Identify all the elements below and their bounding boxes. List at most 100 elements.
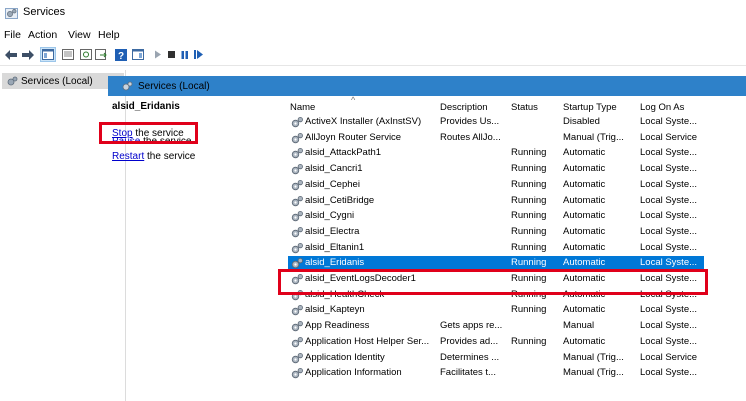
table-row[interactable]: AllJoyn Router Service Routes AllJo... Man… [278,131,746,147]
window-title: Services [23,6,66,18]
service-description: Provides ad... [440,335,499,347]
service-status: Running [511,210,547,222]
menu-action[interactable]: Action [28,29,57,41]
menu-help[interactable]: Help [98,29,120,41]
services-gear-icon [122,81,133,90]
selected-service-title: alsid_Eridanis [112,101,180,112]
service-startup-type: Manual [563,320,595,332]
services-list: ^ Name Description Status Startup Type L… [278,95,746,401]
service-startup-type: Automatic [563,257,606,269]
refresh-icon[interactable] [78,47,94,62]
tree-item-services-local[interactable]: Services (Local) [2,73,124,89]
service-description: Determines ... [440,351,500,363]
service-log-on-as: Local Syste... [640,335,698,347]
service-startup-type: Automatic [563,194,606,206]
table-row[interactable]: alsid_Eltanin1 Running Automatic Local Syst… [278,241,746,257]
service-log-on-as: Local Syste... [640,304,698,316]
service-status: Running [511,304,547,316]
service-name: Application Information [305,367,402,379]
column-header-description[interactable]: Description [440,102,488,113]
menu-view[interactable]: View [68,29,91,41]
service-log-on-as: Local Syste... [640,320,698,332]
service-startup-type: Automatic [563,210,606,222]
toolbar: ? [0,43,746,66]
service-gear-icon [291,211,303,222]
restart-icon[interactable] [190,47,206,62]
back-arrow-icon[interactable] [3,47,19,62]
table-row[interactable]: alsid_Electra Running Automatic Local Syste… [278,225,746,241]
column-header-status[interactable]: Status [511,102,538,113]
help-icon[interactable]: ? [113,47,129,62]
service-log-on-as: Local Service [640,351,698,363]
column-header-log-on-as[interactable]: Log On As [640,102,684,113]
highlight-box-selected-service [278,269,708,295]
table-row[interactable]: Application Host Helper Ser... Provides a… [278,335,746,351]
service-name: alsid_Eltanin1 [305,241,365,253]
list-header: ^ Name Description Status Startup Type L… [278,95,746,113]
service-description: Gets apps re... [440,320,503,332]
tab-services-local[interactable]: Services (Local) [121,78,210,94]
show-hide-icon[interactable] [130,47,146,62]
service-log-on-as: Local Syste... [640,257,698,269]
service-gear-icon [291,368,303,379]
service-status: Running [511,163,547,175]
table-row[interactable]: alsid_AttackPath1 Running Automatic Local S… [278,146,746,162]
service-status: Running [511,257,547,269]
service-startup-type: Manual (Trig... [563,367,624,379]
service-log-on-as: Local Syste... [640,178,698,190]
service-gear-icon [291,321,303,332]
service-log-on-as: Local Syste... [640,367,698,379]
service-gear-icon [291,305,303,316]
table-row[interactable]: App Readiness Gets apps re... Manual Local … [278,319,746,335]
restart-link[interactable]: Restart [112,151,144,162]
service-log-on-as: Local Syste... [640,225,698,237]
table-row[interactable]: ActiveX Installer (AxInstSV) Provides Us.… [278,115,746,131]
service-gear-icon [291,179,303,190]
service-gear-icon [291,132,303,143]
table-row[interactable]: alsid_Cephei Running Automatic Local Syste.… [278,178,746,194]
properties-icon[interactable] [60,47,76,62]
service-startup-type: Automatic [563,225,606,237]
svg-text:?: ? [118,51,124,61]
service-name: alsid_Cygni [305,210,355,222]
table-row[interactable]: alsid_Cancri1 Running Automatic Local Syste… [278,162,746,178]
forward-arrow-icon[interactable] [20,47,36,62]
services-gear-icon [5,8,18,19]
service-status: Running [511,225,547,237]
table-row[interactable]: Application Information Facilitates t... M… [278,366,746,382]
service-name: AllJoyn Router Service [305,131,402,143]
service-startup-type: Automatic [563,304,606,316]
table-row[interactable]: alsid_Cygni Running Automatic Local Syste..… [278,209,746,225]
restart-service-action: Restart the service [112,151,196,162]
services-gear-icon [7,76,18,85]
service-name: alsid_Cancri1 [305,163,363,175]
column-header-name[interactable]: Name [290,102,315,113]
service-status: Running [511,335,547,347]
service-gear-icon [291,148,303,159]
service-gear-icon [291,116,303,128]
service-status: Running [511,241,547,253]
service-gear-icon [291,164,303,175]
service-name: alsid_AttackPath1 [305,147,382,159]
service-log-on-as: Local Syste... [640,163,698,175]
export-icon[interactable] [93,47,109,62]
service-name: alsid_CetiBridge [305,194,375,206]
service-name: ActiveX Installer (AxInstSV) [305,116,422,127]
service-log-on-as: Local Service [640,131,698,143]
service-gear-icon [291,226,303,238]
console-tree-icon[interactable] [40,47,56,62]
service-startup-type: Manual (Trig... [563,131,624,143]
service-gear-icon [291,352,303,363]
service-gear-icon [291,242,303,253]
table-row[interactable]: alsid_Kapteyn Running Automatic Local Syste… [278,303,746,319]
service-log-on-as: Local Syste... [640,147,698,159]
tab-header: Services (Local) [108,76,746,96]
table-row[interactable]: Application Identity Determines ... Manual… [278,351,746,367]
service-startup-type: Disabled [563,116,600,127]
column-header-startup-type[interactable]: Startup Type [563,102,617,113]
service-name: alsid_Cephei [305,178,360,190]
menu-file[interactable]: File [4,29,21,41]
table-row[interactable]: alsid_CetiBridge Running Automatic Local Sy… [278,194,746,210]
service-log-on-as: Local Syste... [640,116,698,127]
service-startup-type: Automatic [563,163,606,175]
